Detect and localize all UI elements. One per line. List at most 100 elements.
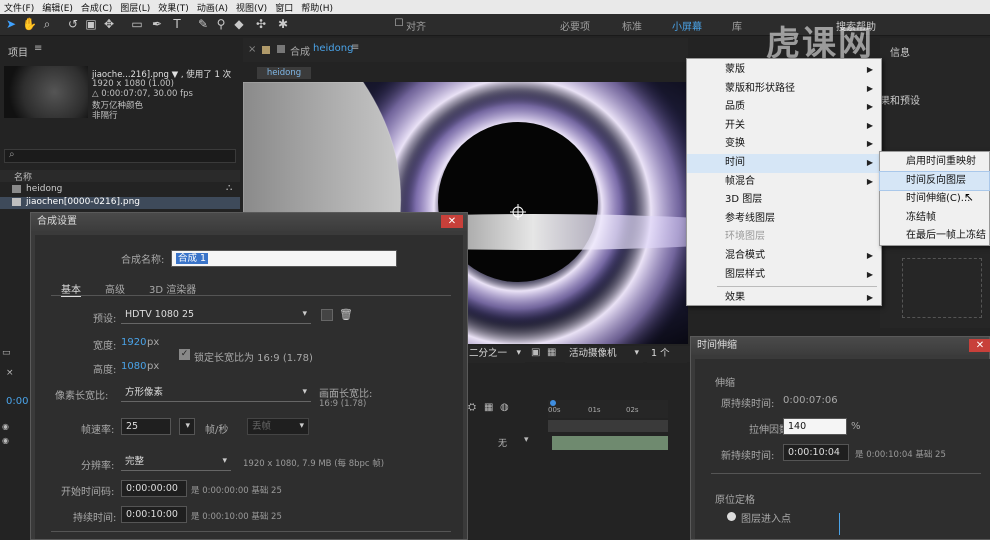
stretch-factor-input[interactable]: 140 (783, 418, 847, 435)
context-menu-item[interactable]: 蒙版 ▶ (687, 61, 881, 80)
brush-tool-icon[interactable]: ✎ (196, 17, 210, 31)
playhead-icon[interactable] (550, 400, 556, 406)
selection-tool-icon[interactable]: ➤ (4, 17, 18, 31)
height-value[interactable]: 1080 (121, 361, 146, 372)
menu-effect[interactable]: 效果(T) (154, 1, 193, 14)
visibility-eye-icon[interactable]: ◉ (2, 436, 9, 445)
submenu-item[interactable]: 在最后一帧上冻结 (880, 227, 989, 246)
context-menu-item[interactable]: 时间 ▶ (687, 153, 881, 173)
rotate-tool-icon[interactable]: ↺ (66, 17, 80, 31)
delete-preset-icon[interactable]: 🗑 (339, 308, 353, 321)
duration-input[interactable]: 0:00:10:00 (121, 506, 187, 523)
frame-rate-input[interactable]: 25 (121, 418, 171, 435)
rectangle-tool-icon[interactable]: ▭ (130, 17, 144, 31)
info-panel-tab[interactable]: 信息 (890, 44, 910, 59)
context-menu-item[interactable]: 帧混合 ▶ (687, 173, 881, 192)
resolution-select[interactable]: 二分之一 (465, 346, 525, 363)
close-icon[interactable]: ✕ (441, 215, 463, 228)
frame-rate-dropdown[interactable] (179, 418, 195, 435)
resolution-info: 1920 x 1080, 7.9 MB (每 8bpc 帧) (243, 459, 385, 469)
menu-composition[interactable]: 合成(C) (77, 1, 116, 14)
context-menu-item[interactable]: 效果 ▶ (687, 289, 881, 308)
menu-animation[interactable]: 动画(A) (193, 1, 232, 14)
menu-file[interactable]: 文件(F) (0, 1, 38, 14)
submenu-item[interactable]: 冻结帧 (880, 209, 989, 228)
menu-window[interactable]: 窗口 (271, 1, 297, 14)
zoom-tool-icon[interactable]: ⌕ (40, 17, 54, 31)
menu-item-label: 变换 (725, 138, 745, 150)
views-select[interactable]: 1 个 (647, 346, 687, 363)
pixel-aspect-select[interactable]: 方形像素 (121, 385, 311, 402)
workspace-small-screen[interactable]: 小屏幕 (672, 18, 702, 33)
menu-view[interactable]: 视图(V) (232, 1, 271, 14)
comp-name-input[interactable]: 合成 1 (171, 250, 397, 267)
context-menu-item[interactable]: 变换 ▶ (687, 135, 881, 154)
effects-presets-tab[interactable]: 果和预设 (880, 92, 920, 107)
visibility-eye-icon[interactable]: ◉ (2, 422, 9, 431)
panel-menu-icon[interactable]: ≡ (34, 43, 42, 54)
project-search-input[interactable]: ⌕ (4, 149, 236, 163)
radio-layer-in-point[interactable] (727, 512, 736, 521)
type-tool-icon[interactable]: T (170, 17, 184, 31)
new-duration-input[interactable]: 0:00:10:04 (783, 444, 849, 461)
comp-tab-name[interactable]: heidong (313, 43, 353, 54)
close-tab-icon[interactable]: × (248, 44, 256, 55)
resolution-label: 分辨率: (81, 461, 115, 472)
preset-select[interactable]: HDTV 1080 25 (121, 307, 311, 324)
puppet-tool-icon[interactable]: ✱ (276, 17, 290, 31)
menu-edit[interactable]: 编辑(E) (38, 1, 77, 14)
render-queue-icon[interactable]: ▭ (2, 348, 11, 358)
context-menu-item[interactable]: 蒙版和形状路径 ▶ (687, 80, 881, 99)
roto-brush-tool-icon[interactable]: ✣ (254, 17, 268, 31)
eraser-tool-icon[interactable]: ◆ (232, 17, 246, 31)
frame-rate-unit: 帧/秒 (205, 425, 229, 436)
pan-behind-tool-icon[interactable]: ✥ (102, 17, 116, 31)
shy-switch-icon[interactable]: ⛭ (468, 402, 476, 413)
context-menu-item[interactable]: 混合模式 ▶ (687, 247, 881, 266)
lock-icon[interactable] (262, 46, 270, 54)
pen-tool-icon[interactable]: ✒ (150, 17, 164, 31)
panel-close-icon[interactable]: × (6, 368, 14, 378)
context-menu-item[interactable]: 参考线图层 (687, 210, 881, 229)
context-menu-item[interactable]: 开关 ▶ (687, 117, 881, 136)
workspace-library[interactable]: 库 (732, 18, 742, 33)
context-menu-item[interactable]: 品质 ▶ (687, 98, 881, 117)
project-item-comp[interactable]: heidong ⛬ (0, 183, 240, 196)
workspace-essentials[interactable]: 必要项 (560, 18, 590, 33)
context-menu-item: 环境图层 (687, 228, 881, 247)
camera-tool-icon[interactable]: ▣ (84, 17, 98, 31)
work-area-bar[interactable] (548, 420, 668, 432)
start-timecode-input[interactable]: 0:00:00:00 (121, 480, 187, 497)
flowchart-icon[interactable]: ⛬ (226, 183, 232, 193)
clone-stamp-tool-icon[interactable]: ⚲ (214, 17, 228, 31)
transparency-grid-icon[interactable]: ▦ (547, 347, 556, 358)
region-of-interest-icon[interactable]: ▣ (531, 347, 540, 358)
comp-breadcrumb-chip[interactable]: heidong (257, 67, 311, 79)
width-value[interactable]: 1920 (121, 337, 146, 348)
submenu-item[interactable]: 时间反向图层 (879, 170, 990, 192)
hand-tool-icon[interactable]: ✋ (22, 17, 37, 31)
tab-3d-renderer[interactable]: 3D 渲染器 (149, 281, 196, 296)
context-menu-item[interactable]: 3D 图层 (687, 191, 881, 210)
camera-select[interactable]: 活动摄像机 (565, 346, 643, 363)
blend-mode-cell[interactable]: 无 ▾ (466, 435, 548, 449)
motion-blur-icon[interactable]: ◍ (500, 402, 509, 413)
column-name-header[interactable]: 名称 (14, 170, 32, 183)
menu-help[interactable]: 帮助(H) (297, 1, 337, 14)
layer-duration-bar[interactable] (552, 436, 668, 450)
menu-layer[interactable]: 图层(L) (116, 1, 154, 14)
time-ruler[interactable]: 00s 01s 02s (548, 400, 668, 418)
timeline-timecode[interactable]: 0:00 (6, 396, 28, 407)
frame-blend-icon[interactable]: ▦ (484, 402, 493, 413)
tab-advanced[interactable]: 高级 (105, 281, 125, 296)
submenu-item[interactable]: 启用时间重映射 (880, 153, 989, 172)
close-icon[interactable]: ✕ (969, 339, 990, 352)
panel-menu-icon[interactable]: ≡ (351, 42, 359, 53)
project-item-footage[interactable]: jiaochen[0000-0216].png (0, 197, 240, 209)
resolution-select[interactable]: 完整 (121, 454, 231, 471)
snap-checkbox-icon[interactable]: ☐ (392, 17, 406, 31)
save-preset-icon[interactable] (321, 309, 333, 321)
lock-aspect-checkbox[interactable]: ✓ (179, 349, 190, 360)
context-menu-item[interactable]: 图层样式 ▶ (687, 266, 881, 285)
workspace-standard[interactable]: 标准 (622, 18, 642, 33)
